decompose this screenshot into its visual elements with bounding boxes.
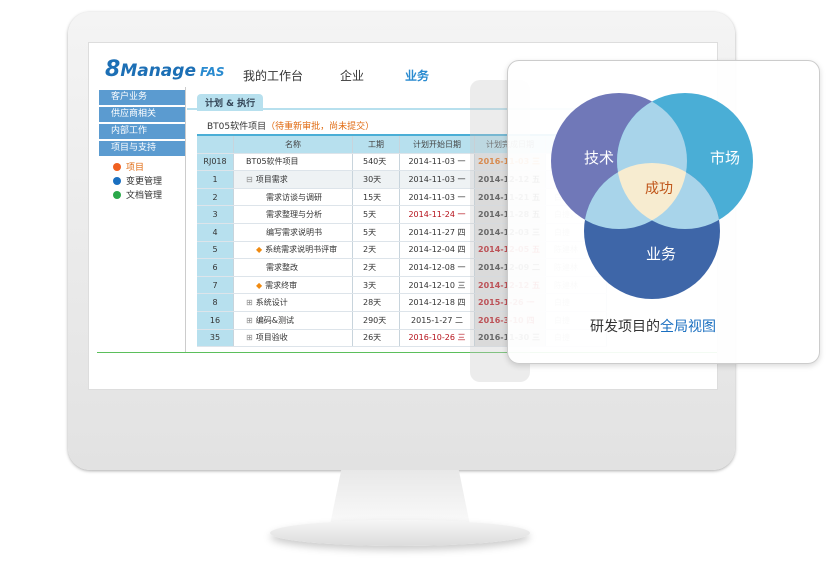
column-header[interactable] xyxy=(197,135,234,154)
cell-id: 7 xyxy=(197,276,234,295)
cell-start: 2014-11-24 一 xyxy=(399,205,475,224)
cell-dur: 2天 xyxy=(352,258,400,277)
cell-id: 6 xyxy=(197,258,234,277)
nav-business[interactable]: 业务 xyxy=(405,67,429,84)
cell-name: BT05软件项目 xyxy=(233,153,353,172)
cell-name: ◆ 系统需求说明书评审 xyxy=(233,241,353,260)
cell-dur: 30天 xyxy=(352,170,400,189)
cell-start: 2014-11-03 一 xyxy=(399,188,475,207)
milestone-icon: ◆ xyxy=(256,280,263,290)
cell-name: 需求整改 xyxy=(233,258,353,277)
change-icon xyxy=(113,177,121,185)
expand-toggle-icon[interactable]: ⊞ xyxy=(246,333,253,342)
cell-dur: 5天 xyxy=(352,223,400,242)
milestone-icon: ◆ xyxy=(256,245,263,255)
cell-dur: 290天 xyxy=(352,311,400,330)
sidebar-item-change[interactable]: 变更管理 xyxy=(113,174,162,187)
cell-name: 需求整理与分析 xyxy=(233,205,353,224)
project-icon xyxy=(113,163,121,171)
sidebar-group-internal[interactable]: 内部工作 xyxy=(99,124,185,139)
column-header[interactable]: 计划开始日期 xyxy=(399,135,475,154)
column-header[interactable]: 名称 xyxy=(233,135,353,154)
venn-label-success: 成功 xyxy=(645,181,673,197)
cell-start: 2014-11-27 四 xyxy=(399,223,475,242)
venn-label-market: 市场 xyxy=(710,149,741,167)
cell-id: 35 xyxy=(197,329,234,348)
cell-dur: 15天 xyxy=(352,188,400,207)
expand-toggle-icon[interactable]: ⊞ xyxy=(246,316,253,325)
sidebar-group-customer[interactable]: 客户业务 xyxy=(99,90,185,105)
cell-start: 2015-1-27 二 xyxy=(399,311,475,330)
cell-id: 4 xyxy=(197,223,234,242)
expand-toggle-icon[interactable]: ⊟ xyxy=(246,175,253,184)
cell-id: 16 xyxy=(197,311,234,330)
venn-card: 技术 市场 业务 成功 研发项目的全局视图 xyxy=(507,60,820,364)
monitor-neck xyxy=(330,470,470,525)
cell-id: 3 xyxy=(197,205,234,224)
cell-dur: 5天 xyxy=(352,205,400,224)
cell-id: 8 xyxy=(197,293,234,312)
sidebar-item-docs[interactable]: 文档管理 xyxy=(113,188,162,201)
nav-enterprise[interactable]: 企业 xyxy=(340,67,364,84)
cell-dur: 540天 xyxy=(352,153,400,172)
venn-caption: 研发项目的全局视图 xyxy=(590,319,716,335)
cell-start: 2014-11-03 一 xyxy=(399,153,475,172)
nav-workbench[interactable]: 我的工作台 xyxy=(243,67,303,84)
cell-start: 2014-12-08 一 xyxy=(399,258,475,277)
cell-start: 2014-12-04 四 xyxy=(399,241,475,260)
cell-name: ⊟ 项目需求 xyxy=(233,170,353,189)
cell-start: 2014-12-18 四 xyxy=(399,293,475,312)
cell-start: 2014-12-10 三 xyxy=(399,276,475,295)
sidebar-group-supplier[interactable]: 供应商相关 xyxy=(99,107,185,122)
cell-name: ⊞ 项目验收 xyxy=(233,329,353,348)
expand-toggle-icon[interactable]: ⊞ xyxy=(246,298,253,307)
cell-dur: 28天 xyxy=(352,293,400,312)
cell-name: 编写需求说明书 xyxy=(233,223,353,242)
cell-id: 5 xyxy=(197,241,234,260)
cell-start: 2014-11-03 一 xyxy=(399,170,475,189)
sidebar-item-project[interactable]: 项目 xyxy=(113,160,144,173)
sidebar-divider xyxy=(185,87,186,353)
cell-start: 2016-10-26 三 xyxy=(399,329,475,348)
cell-name: ◆ 需求终审 xyxy=(233,276,353,295)
cell-id: 2 xyxy=(197,188,234,207)
cell-dur: 3天 xyxy=(352,276,400,295)
column-header[interactable]: 工期 xyxy=(352,135,400,154)
cell-dur: 2天 xyxy=(352,241,400,260)
monitor-base xyxy=(270,520,530,546)
cell-name: ⊞ 系统设计 xyxy=(233,293,353,312)
cell-name: ⊞ 编码&测试 xyxy=(233,311,353,330)
project-title: BT05软件项目（待重新审批，尚未提交） xyxy=(207,122,375,132)
cell-id: RJ018 xyxy=(197,153,234,172)
cell-dur: 26天 xyxy=(352,329,400,348)
sidebar-group-project[interactable]: 项目与支持 xyxy=(99,141,185,156)
venn-label-tech: 技术 xyxy=(584,149,615,167)
cell-id: 1 xyxy=(197,170,234,189)
logo: 8Manage FAS xyxy=(105,57,225,82)
venn-label-business: 业务 xyxy=(646,245,677,263)
docs-icon xyxy=(113,191,121,199)
cell-name: 需求访谈与调研 xyxy=(233,188,353,207)
